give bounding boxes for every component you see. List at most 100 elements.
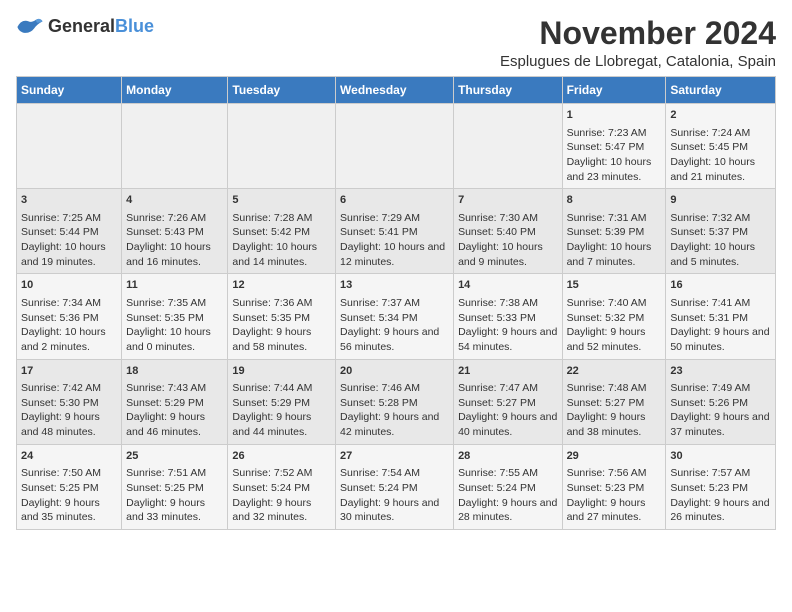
cell-content-line: Sunrise: 7:36 AM xyxy=(232,296,331,311)
calendar-cell: 1Sunrise: 7:23 AMSunset: 5:47 PMDaylight… xyxy=(562,104,666,189)
calendar-cell: 16Sunrise: 7:41 AMSunset: 5:31 PMDayligh… xyxy=(666,274,776,359)
calendar-cell: 19Sunrise: 7:44 AMSunset: 5:29 PMDayligh… xyxy=(228,359,336,444)
cell-content-line: Sunrise: 7:31 AM xyxy=(567,211,662,226)
cell-content-line: Sunset: 5:24 PM xyxy=(340,481,449,496)
cell-content-line: Sunrise: 7:57 AM xyxy=(670,466,771,481)
header-row: SundayMondayTuesdayWednesdayThursdayFrid… xyxy=(17,77,776,104)
calendar-cell: 29Sunrise: 7:56 AMSunset: 5:23 PMDayligh… xyxy=(562,444,666,529)
cell-content-line: Sunrise: 7:29 AM xyxy=(340,211,449,226)
day-header-monday: Monday xyxy=(122,77,228,104)
week-row-4: 17Sunrise: 7:42 AMSunset: 5:30 PMDayligh… xyxy=(17,359,776,444)
day-number: 16 xyxy=(670,278,771,293)
day-number: 20 xyxy=(340,364,449,379)
cell-content-line: Sunrise: 7:25 AM xyxy=(21,211,117,226)
calendar-cell: 10Sunrise: 7:34 AMSunset: 5:36 PMDayligh… xyxy=(17,274,122,359)
cell-content-line: Sunset: 5:33 PM xyxy=(458,311,558,326)
cell-content-line: Sunrise: 7:42 AM xyxy=(21,381,117,396)
calendar-header: SundayMondayTuesdayWednesdayThursdayFrid… xyxy=(17,77,776,104)
day-number: 10 xyxy=(21,278,117,293)
calendar-cell xyxy=(17,104,122,189)
cell-content-line: Sunset: 5:34 PM xyxy=(340,311,449,326)
cell-content-line: Daylight: 9 hours and 33 minutes. xyxy=(126,496,223,525)
cell-content-line: Daylight: 9 hours and 27 minutes. xyxy=(567,496,662,525)
cell-content-line: Sunrise: 7:56 AM xyxy=(567,466,662,481)
calendar-cell: 15Sunrise: 7:40 AMSunset: 5:32 PMDayligh… xyxy=(562,274,666,359)
cell-content-line: Sunset: 5:32 PM xyxy=(567,311,662,326)
cell-content-line: Sunrise: 7:37 AM xyxy=(340,296,449,311)
logo-text: GeneralBlue xyxy=(48,16,154,37)
week-row-1: 1Sunrise: 7:23 AMSunset: 5:47 PMDaylight… xyxy=(17,104,776,189)
calendar-cell xyxy=(122,104,228,189)
day-number: 30 xyxy=(670,449,771,464)
day-number: 2 xyxy=(670,108,771,123)
cell-content-line: Daylight: 10 hours and 16 minutes. xyxy=(126,240,223,269)
cell-content-line: Sunset: 5:25 PM xyxy=(126,481,223,496)
cell-content-line: Sunrise: 7:38 AM xyxy=(458,296,558,311)
day-number: 5 xyxy=(232,193,331,208)
day-number: 3 xyxy=(21,193,117,208)
cell-content-line: Sunset: 5:26 PM xyxy=(670,396,771,411)
day-number: 28 xyxy=(458,449,558,464)
cell-content-line: Sunrise: 7:41 AM xyxy=(670,296,771,311)
cell-content-line: Daylight: 9 hours and 48 minutes. xyxy=(21,410,117,439)
cell-content-line: Daylight: 10 hours and 12 minutes. xyxy=(340,240,449,269)
cell-content-line: Sunset: 5:36 PM xyxy=(21,311,117,326)
calendar-cell: 30Sunrise: 7:57 AMSunset: 5:23 PMDayligh… xyxy=(666,444,776,529)
calendar-cell: 24Sunrise: 7:50 AMSunset: 5:25 PMDayligh… xyxy=(17,444,122,529)
subtitle: Esplugues de Llobregat, Catalonia, Spain xyxy=(500,53,776,70)
logo: GeneralBlue xyxy=(16,16,154,37)
cell-content-line: Sunset: 5:44 PM xyxy=(21,225,117,240)
cell-content-line: Sunrise: 7:43 AM xyxy=(126,381,223,396)
header: GeneralBlue November 2024 Esplugues de L… xyxy=(16,16,776,70)
day-number: 1 xyxy=(567,108,662,123)
day-number: 25 xyxy=(126,449,223,464)
cell-content-line: Sunset: 5:41 PM xyxy=(340,225,449,240)
day-number: 29 xyxy=(567,449,662,464)
cell-content-line: Daylight: 9 hours and 50 minutes. xyxy=(670,325,771,354)
cell-content-line: Daylight: 9 hours and 44 minutes. xyxy=(232,410,331,439)
cell-content-line: Sunset: 5:42 PM xyxy=(232,225,331,240)
cell-content-line: Daylight: 9 hours and 56 minutes. xyxy=(340,325,449,354)
week-row-2: 3Sunrise: 7:25 AMSunset: 5:44 PMDaylight… xyxy=(17,189,776,274)
title-area: November 2024 Esplugues de Llobregat, Ca… xyxy=(500,16,776,70)
main-title: November 2024 xyxy=(500,16,776,51)
calendar-cell: 2Sunrise: 7:24 AMSunset: 5:45 PMDaylight… xyxy=(666,104,776,189)
cell-content-line: Sunrise: 7:28 AM xyxy=(232,211,331,226)
cell-content-line: Daylight: 9 hours and 54 minutes. xyxy=(458,325,558,354)
cell-content-line: Sunrise: 7:26 AM xyxy=(126,211,223,226)
day-header-wednesday: Wednesday xyxy=(336,77,454,104)
day-number: 26 xyxy=(232,449,331,464)
day-number: 21 xyxy=(458,364,558,379)
day-header-saturday: Saturday xyxy=(666,77,776,104)
cell-content-line: Sunrise: 7:23 AM xyxy=(567,126,662,141)
calendar-cell: 11Sunrise: 7:35 AMSunset: 5:35 PMDayligh… xyxy=(122,274,228,359)
cell-content-line: Sunrise: 7:35 AM xyxy=(126,296,223,311)
cell-content-line: Daylight: 9 hours and 52 minutes. xyxy=(567,325,662,354)
cell-content-line: Daylight: 10 hours and 7 minutes. xyxy=(567,240,662,269)
week-row-3: 10Sunrise: 7:34 AMSunset: 5:36 PMDayligh… xyxy=(17,274,776,359)
logo-blue: Blue xyxy=(115,16,154,36)
day-number: 14 xyxy=(458,278,558,293)
cell-content-line: Sunset: 5:27 PM xyxy=(458,396,558,411)
cell-content-line: Sunset: 5:39 PM xyxy=(567,225,662,240)
cell-content-line: Sunset: 5:29 PM xyxy=(232,396,331,411)
cell-content-line: Sunrise: 7:40 AM xyxy=(567,296,662,311)
logo-bird-icon xyxy=(16,17,44,37)
calendar-cell: 9Sunrise: 7:32 AMSunset: 5:37 PMDaylight… xyxy=(666,189,776,274)
cell-content-line: Daylight: 9 hours and 38 minutes. xyxy=(567,410,662,439)
day-header-thursday: Thursday xyxy=(454,77,563,104)
cell-content-line: Daylight: 10 hours and 5 minutes. xyxy=(670,240,771,269)
cell-content-line: Daylight: 10 hours and 19 minutes. xyxy=(21,240,117,269)
cell-content-line: Sunset: 5:23 PM xyxy=(670,481,771,496)
cell-content-line: Sunrise: 7:48 AM xyxy=(567,381,662,396)
cell-content-line: Daylight: 9 hours and 30 minutes. xyxy=(340,496,449,525)
cell-content-line: Sunset: 5:30 PM xyxy=(21,396,117,411)
cell-content-line: Sunset: 5:24 PM xyxy=(458,481,558,496)
cell-content-line: Sunset: 5:45 PM xyxy=(670,140,771,155)
calendar-cell: 5Sunrise: 7:28 AMSunset: 5:42 PMDaylight… xyxy=(228,189,336,274)
day-number: 27 xyxy=(340,449,449,464)
calendar-cell: 28Sunrise: 7:55 AMSunset: 5:24 PMDayligh… xyxy=(454,444,563,529)
cell-content-line: Sunrise: 7:54 AM xyxy=(340,466,449,481)
cell-content-line: Sunrise: 7:52 AM xyxy=(232,466,331,481)
day-number: 11 xyxy=(126,278,223,293)
